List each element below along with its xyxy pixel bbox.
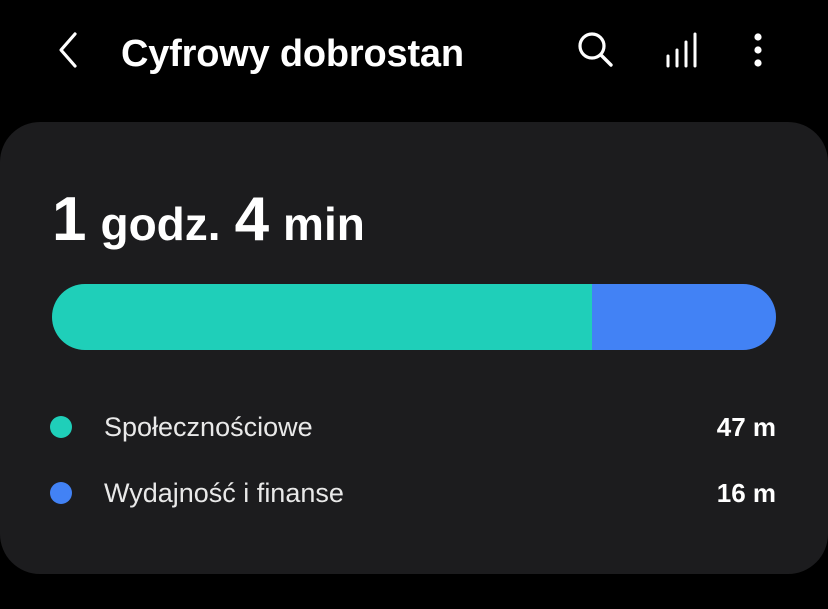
total-screen-time: 1 godz. 4 min (52, 180, 365, 276)
legend-value: 16 m (716, 478, 776, 508)
usage-bar-segment (592, 284, 776, 350)
legend-dot (50, 416, 72, 438)
back-button[interactable] (44, 28, 92, 76)
chevron-left-icon (53, 30, 83, 75)
usage-bar (52, 284, 776, 350)
legend-dot (50, 482, 72, 504)
hours-unit: godz. (100, 198, 221, 250)
usage-stats-button[interactable] (658, 28, 706, 76)
legend-item[interactable]: Wydajność i finanse 16 m (50, 471, 776, 515)
search-icon (574, 28, 618, 77)
minutes-value: 4 (234, 185, 270, 254)
legend-label: Społecznościowe (104, 412, 313, 442)
more-options-button[interactable] (734, 28, 782, 76)
legend-value: 47 m (716, 412, 776, 442)
hours-value: 1 (52, 185, 87, 254)
app-header: Cyfrowy dobrostan (0, 0, 828, 110)
more-vertical-icon (746, 28, 770, 77)
minutes-unit: min (283, 198, 365, 250)
legend-item[interactable]: Społecznościowe 47 m (50, 405, 776, 449)
legend-label: Wydajność i finanse (104, 478, 344, 508)
bar-chart-icon (660, 28, 704, 77)
page-title: Cyfrowy dobrostan (121, 33, 464, 75)
search-button[interactable] (572, 28, 620, 76)
screen-time-card[interactable]: 1 godz. 4 min Społecznościowe 47 m Wydajnoś… (0, 122, 828, 574)
usage-bar-segment (52, 284, 593, 350)
